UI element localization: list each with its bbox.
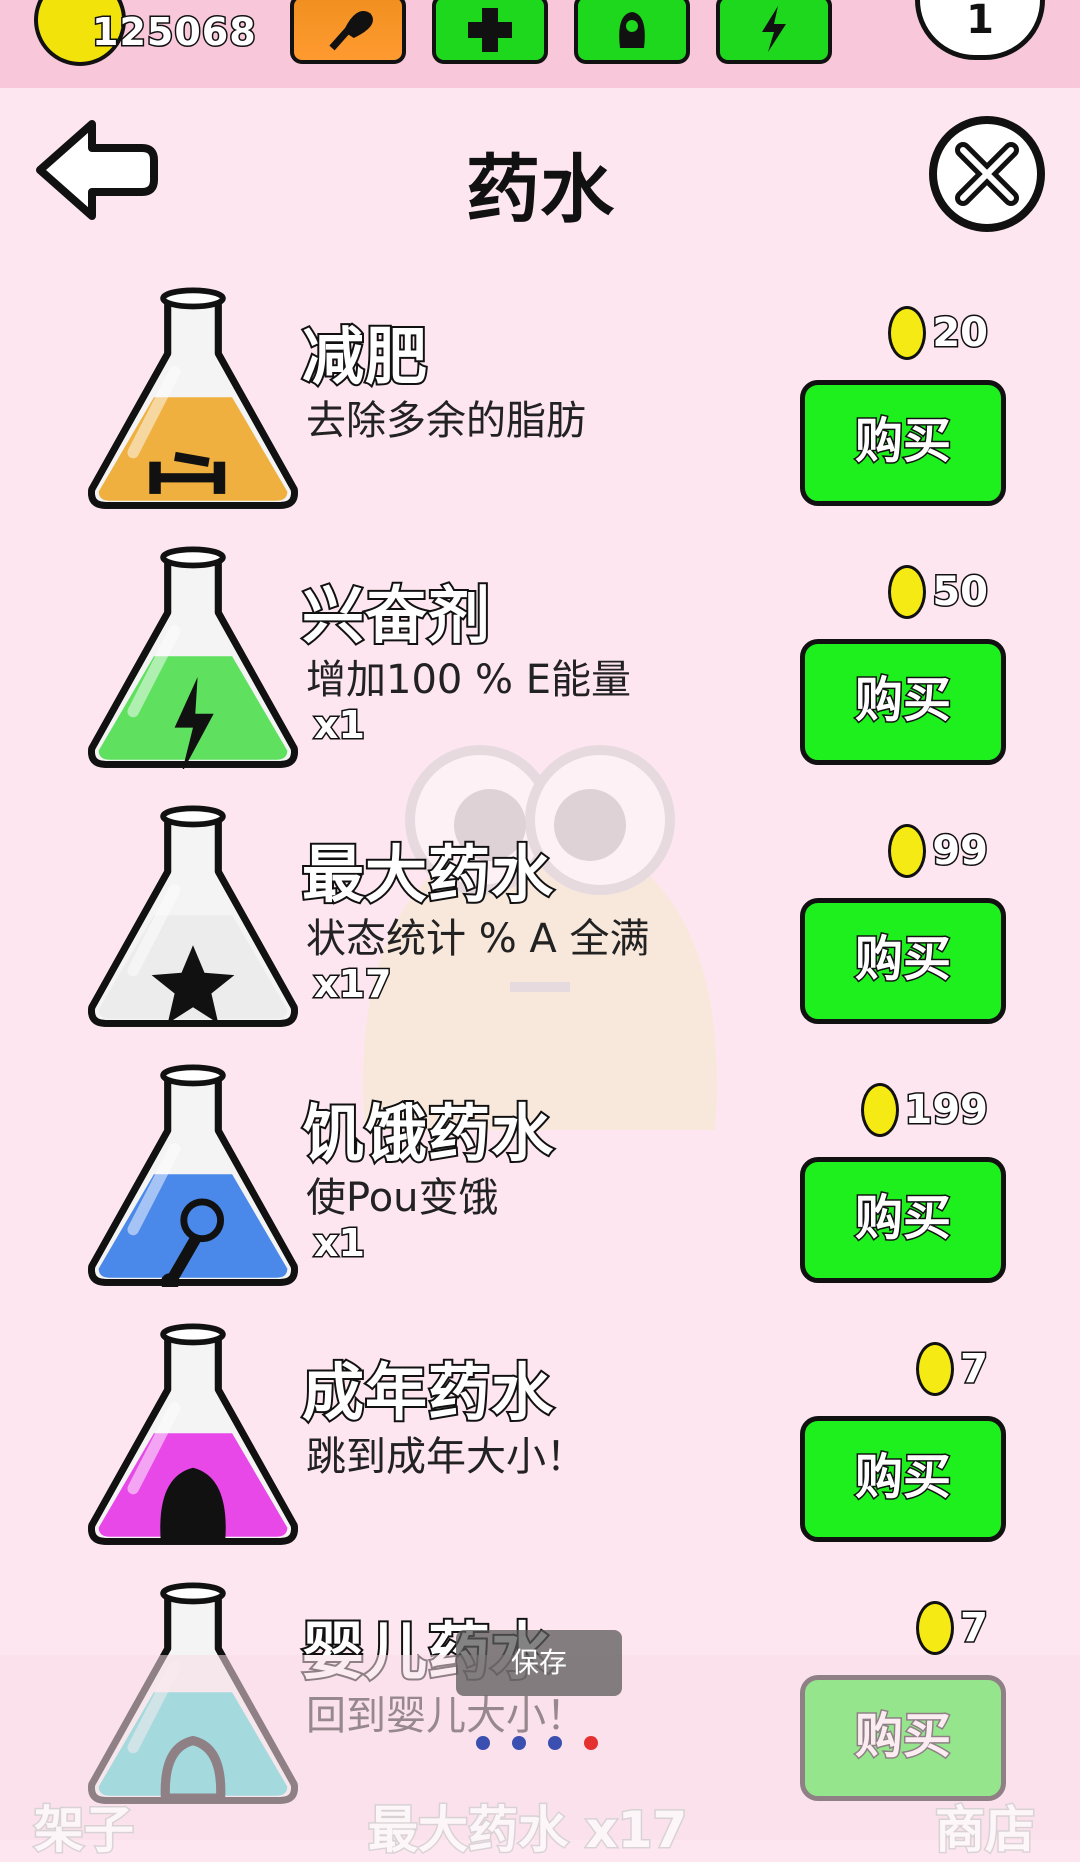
potion-price: 199 <box>860 1081 989 1139</box>
price-value: 7 <box>959 1604 990 1653</box>
potion-description: 跳到成年大小！ <box>306 1434 586 1480</box>
coin-amount: 125068 <box>91 9 258 56</box>
coin-icon <box>916 1342 955 1396</box>
potion-quantity: x17 <box>312 961 392 1008</box>
footer-center-label: 最大药水 x17 <box>366 1800 688 1861</box>
page-dot <box>512 1736 526 1750</box>
potion-price: 7 <box>916 1340 990 1398</box>
page-dot <box>548 1736 562 1750</box>
buy-button[interactable]: 购买 <box>800 639 1006 765</box>
potion-price: 50 <box>888 563 990 621</box>
potion-row: 最大药水 状态统计 % A 全满 x17 99 购买 <box>0 798 1080 1038</box>
level-badge[interactable]: 1 <box>915 0 1045 60</box>
potion-flask-icon <box>88 287 298 509</box>
potion-flask-icon <box>88 805 298 1027</box>
buy-button[interactable]: 购买 <box>800 898 1006 1024</box>
buy-button[interactable]: 购买 <box>800 380 1006 506</box>
potion-row: 成年药水 跳到成年大小！ 7 购买 <box>0 1316 1080 1556</box>
potion-name: 最大药水 <box>300 836 555 913</box>
potion-quantity: x1 <box>313 702 367 749</box>
coin-icon <box>888 824 927 878</box>
page-indicator <box>476 1736 598 1750</box>
food-tab-button[interactable] <box>290 0 406 64</box>
energy-tab-button[interactable] <box>716 0 832 64</box>
price-value: 7 <box>959 1345 990 1394</box>
coin-icon <box>916 1601 955 1655</box>
potion-row: 兴奋剂 增加100 % E能量 x1 50 购买 <box>0 539 1080 779</box>
page-dot <box>476 1736 490 1750</box>
potion-flask-icon <box>88 546 298 769</box>
potion-row: 减肥 去除多余的脂肪 20 购买 <box>0 280 1080 520</box>
footer-right-label[interactable]: 商店 <box>934 1790 1037 1862</box>
price-value: 199 <box>903 1086 989 1135</box>
coin-balance: 125068 <box>30 0 258 66</box>
footer-left-label[interactable]: 架子 <box>33 1790 136 1862</box>
potion-name: 兴奋剂 <box>300 577 492 654</box>
potion-description: 去除多余的脂肪 <box>306 398 586 444</box>
pou-shape-icon <box>619 12 645 48</box>
potion-description: 状态统计 % A 全满 <box>306 916 650 962</box>
potion-name: 成年药水 <box>300 1354 555 1431</box>
potion-name: 饥饿药水 <box>300 1095 555 1172</box>
price-value: 20 <box>931 309 990 358</box>
pou-tab-button[interactable] <box>574 0 690 64</box>
potion-flask-icon <box>88 1323 298 1545</box>
page-dot <box>584 1736 598 1750</box>
coin-icon <box>888 565 927 619</box>
potion-description: 增加100 % E能量 <box>306 657 632 703</box>
potion-price: 99 <box>888 822 990 880</box>
health-tab-button[interactable] <box>432 0 548 64</box>
buy-button[interactable]: 购买 <box>800 1416 1006 1542</box>
lightning-icon <box>762 6 786 52</box>
drumstick-icon <box>329 11 373 51</box>
potion-flask-icon <box>88 1064 298 1287</box>
page-title: 药水 <box>466 147 614 233</box>
level-number: 1 <box>966 0 994 43</box>
potion-price: 7 <box>916 1599 990 1657</box>
plus-cross-icon <box>468 8 512 52</box>
potion-description: 使Pou变饿 <box>306 1175 499 1221</box>
coin-icon <box>888 306 927 360</box>
coin-icon <box>860 1083 899 1137</box>
buy-button[interactable]: 购买 <box>800 1157 1006 1283</box>
potion-quantity: x1 <box>313 1220 367 1267</box>
save-toast: 保存 <box>456 1630 622 1696</box>
potion-name: 减肥 <box>300 318 429 395</box>
potion-price: 20 <box>888 304 990 362</box>
top-bar: 125068 1 <box>0 0 1080 88</box>
price-value: 99 <box>931 827 990 876</box>
close-icon[interactable] <box>927 114 1047 234</box>
price-value: 50 <box>931 568 990 617</box>
potion-row: 饥饿药水 使Pou变饿 x1 199 购买 <box>0 1057 1080 1297</box>
